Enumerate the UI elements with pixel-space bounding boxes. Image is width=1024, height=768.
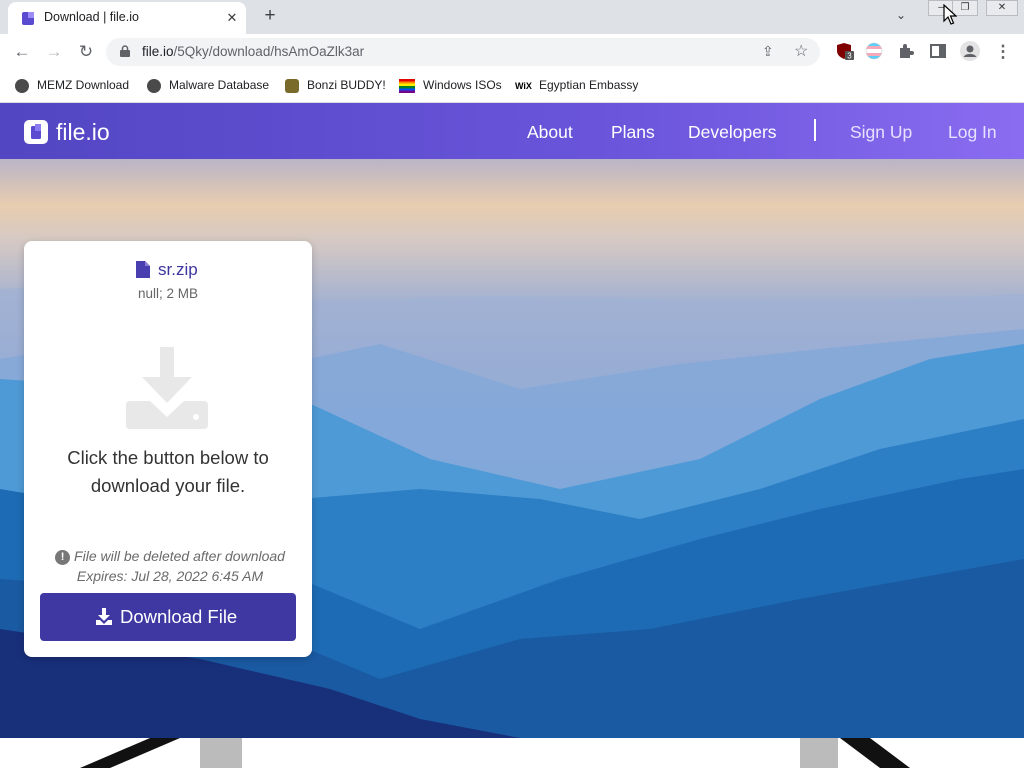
reload-icon[interactable]: ↻ — [73, 39, 99, 65]
nav-log-in[interactable]: Log In — [948, 122, 997, 143]
extensions-puzzle-icon[interactable] — [897, 42, 915, 60]
deletion-warning: ! File will be deleted after download Exp… — [40, 546, 300, 586]
bookmark-label: Malware Database — [169, 78, 270, 92]
tab-close-icon[interactable]: ✕ — [222, 8, 242, 28]
extension-badge: 3 — [847, 52, 852, 61]
github-icon — [147, 78, 161, 93]
profile-avatar-icon[interactable] — [960, 41, 980, 61]
file-icon — [136, 261, 150, 278]
nav-about[interactable]: About — [527, 122, 573, 143]
address-bar[interactable]: file.io/5Qky/download/hsAmOaZlk3ar ⇪ ☆ — [106, 38, 820, 66]
bottom-image-fragment — [80, 738, 910, 768]
menu-kebab-icon[interactable]: ⋮ — [990, 39, 1016, 65]
back-icon[interactable]: ← — [9, 39, 35, 65]
download-instruction: Click the button below to download your … — [67, 447, 269, 496]
file-name: sr.zip — [158, 260, 198, 279]
download-tray-icon — [126, 347, 208, 429]
bookmark-item[interactable]: MEMZ Download — [15, 78, 129, 96]
download-button-label: Download File — [120, 606, 238, 627]
bookmarks-bar: MEMZ Download Malware Database Bonzi BUD… — [0, 72, 1024, 103]
url-text: file.io/5Qky/download/hsAmOaZlk3ar — [142, 44, 364, 59]
browser-tab[interactable]: Download | file.io ✕ — [8, 2, 246, 34]
github-icon — [15, 78, 29, 93]
nav-sign-up[interactable]: Sign Up — [850, 122, 912, 143]
fileio-favicon-icon — [22, 12, 34, 25]
download-card: sr.zip null; 2 MB Click the button below… — [24, 241, 312, 657]
warning-text: File will be deleted after download — [74, 548, 285, 564]
bookmark-item[interactable]: WiX Egyptian Embassy — [515, 78, 638, 96]
wix-icon: WiX — [515, 80, 532, 91]
bookmark-label: MEMZ Download — [37, 78, 130, 92]
file-meta: null; 2 MB — [137, 286, 199, 301]
bookmark-item[interactable]: Bonzi BUDDY! — [285, 78, 386, 96]
bottom-image-strip — [0, 738, 1024, 768]
lock-icon — [120, 45, 130, 57]
browser-toolbar: ← → ↻ file.io/5Qky/download/hsAmOaZlk3ar… — [0, 34, 1024, 72]
mouse-cursor-icon — [943, 4, 957, 25]
warning-info-icon: ! — [55, 549, 71, 565]
bookmark-star-icon[interactable]: ☆ — [794, 41, 808, 61]
forward-icon[interactable]: → — [41, 39, 67, 65]
nav-developers[interactable]: Developers — [688, 122, 777, 143]
nav-plans[interactable]: Plans — [611, 122, 655, 143]
ublock-extension-icon[interactable]: 3 — [836, 42, 854, 60]
bookmark-label: Bonzi BUDDY! — [307, 78, 386, 92]
nav-divider — [814, 119, 816, 141]
url-host: file.io — [142, 44, 174, 59]
close-window-icon[interactable]: ✕ — [986, 0, 1018, 16]
rainbow-flag-icon — [399, 78, 415, 93]
bookmark-item[interactable]: Windows ISOs — [399, 78, 502, 96]
site-header: file.io About Plans Developers Sign Up L… — [0, 103, 1024, 159]
download-file-button[interactable]: Download File — [40, 593, 296, 641]
bookmark-label: Windows ISOs — [423, 78, 502, 92]
expiry-text: Expires: Jul 28, 2022 6:45 AM — [76, 568, 264, 584]
bonzi-icon — [285, 78, 299, 93]
url-path: /5Qky/download/hsAmOaZlk3ar — [173, 44, 365, 59]
trans-flag-extension-icon[interactable] — [865, 42, 883, 60]
new-tab-icon[interactable]: + — [260, 6, 280, 26]
share-icon[interactable]: ⇪ — [762, 43, 774, 60]
bookmark-item[interactable]: Malware Database — [147, 78, 269, 96]
site-logo-text[interactable]: file.io — [56, 119, 110, 146]
tab-strip: Download | file.io ✕ + ⌄ – ❐ ✕ — [0, 0, 1024, 34]
side-panel-icon[interactable] — [929, 42, 947, 60]
bookmark-label: Egyptian Embassy — [539, 78, 639, 92]
tab-title: Download | file.io — [44, 10, 139, 24]
download-icon — [96, 608, 112, 625]
fileio-logo-icon[interactable] — [24, 120, 48, 144]
tab-search-icon[interactable]: ⌄ — [896, 8, 906, 22]
logo-mark-icon — [31, 124, 41, 139]
